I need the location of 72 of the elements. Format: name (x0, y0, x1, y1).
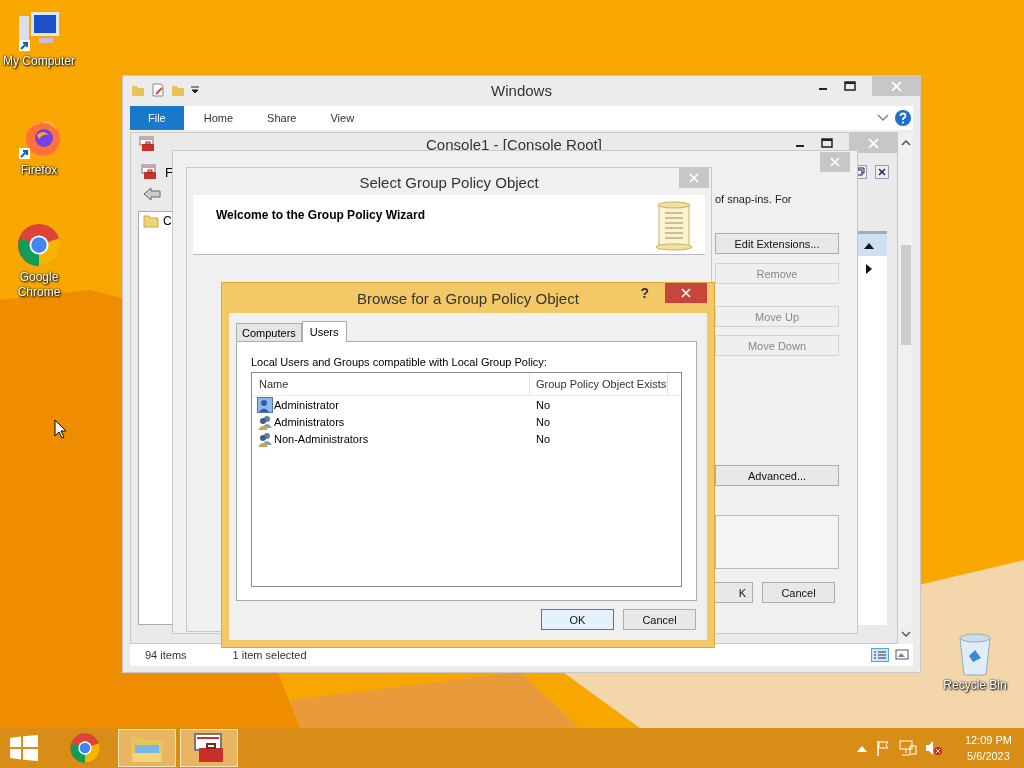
close-icon (681, 288, 691, 298)
document-icon[interactable] (151, 83, 165, 97)
folder-icon[interactable] (143, 214, 159, 228)
status-text: 94 items (145, 649, 187, 661)
users-icon (257, 430, 273, 447)
scrollbar-thumb[interactable] (901, 245, 911, 345)
list-item[interactable]: Administrators (274, 415, 345, 428)
column-header[interactable]: Name (252, 373, 530, 395)
ribbon-tab[interactable]: Home (189, 106, 248, 130)
dialog-button[interactable]: Cancel (762, 582, 835, 603)
dialog-button[interactable]: OK (541, 609, 614, 630)
toolbox-icon (193, 732, 225, 764)
close-icon[interactable] (875, 165, 889, 179)
mouse-cursor-icon (54, 419, 66, 439)
close-icon (890, 80, 902, 92)
dialog-button[interactable]: Advanced... (715, 465, 839, 486)
chrome-icon[interactable] (69, 732, 101, 764)
dialog-button[interactable]: Cancel (623, 609, 696, 630)
list-caption: Local Users and Groups compatible with Local Group Policy: (251, 356, 548, 368)
list-item[interactable]: Administrator (274, 398, 339, 411)
ribbon-tab[interactable]: Share (253, 106, 311, 130)
window-title: Browse for a Group Policy Object (357, 290, 579, 307)
close-icon (689, 173, 699, 183)
window-title: Console1 - [Console Root] (426, 135, 602, 153)
network-icon[interactable] (898, 740, 917, 756)
status-text: 1 item selected (232, 649, 307, 661)
toolbox-icon (141, 164, 157, 180)
close-button[interactable] (665, 283, 707, 303)
user-icon (257, 396, 273, 413)
volume-muted-icon[interactable] (924, 740, 943, 756)
table-cell-text: No (535, 432, 552, 445)
help-icon[interactable] (895, 110, 911, 126)
close-icon (867, 137, 879, 149)
recycle-bin-icon[interactable] (957, 632, 993, 676)
chevron-down-icon[interactable] (877, 114, 889, 122)
taskbar-button[interactable] (180, 729, 238, 767)
tab[interactable]: Users (301, 321, 347, 342)
collapse-icon[interactable] (864, 241, 874, 249)
help-button[interactable]: ? (640, 285, 649, 301)
dialog-button[interactable]: Edit Extensions... (715, 233, 839, 254)
expand-arrow-icon[interactable] (866, 264, 872, 274)
flag-icon[interactable] (874, 740, 891, 756)
menu-item[interactable]: F (165, 164, 173, 180)
column-header[interactable]: Group Policy Object Exists (530, 373, 668, 395)
windows-logo-icon[interactable] (10, 735, 38, 761)
ribbon-tab[interactable]: View (316, 106, 369, 130)
scrollbar[interactable] (899, 133, 913, 644)
close-icon (830, 157, 840, 167)
table-cell-text: No (535, 398, 552, 411)
users-icon (257, 413, 273, 430)
back-arrow-icon[interactable] (143, 187, 161, 201)
chevron-up-icon[interactable] (901, 139, 911, 147)
ribbon-tab[interactable]: File (130, 106, 184, 130)
chrome-icon[interactable] (16, 222, 62, 268)
scroll-icon (653, 201, 695, 251)
tree-item[interactable]: C (163, 214, 172, 228)
toolbox-icon (139, 136, 155, 152)
window-title: Select Group Policy Object (359, 174, 539, 191)
table-cell-text: No (535, 415, 552, 428)
tab[interactable]: Computers (236, 323, 302, 341)
thumbnail-view-icon[interactable] (895, 648, 909, 662)
list-item[interactable]: Non-Administrators (274, 432, 369, 445)
chevron-down-icon[interactable] (901, 630, 911, 638)
wizard-heading: Welcome to the Group Policy Wizard (216, 208, 426, 222)
dropdown-icon[interactable] (191, 86, 199, 94)
maximize-icon[interactable] (844, 81, 856, 91)
details-view-icon[interactable] (871, 648, 889, 662)
window-title: Windows (491, 81, 552, 99)
show-hidden-icons-icon[interactable] (856, 744, 867, 752)
maximize-icon[interactable] (821, 138, 833, 148)
description-text: of snap-ins. For (714, 193, 793, 205)
computer-icon[interactable] (17, 10, 61, 52)
